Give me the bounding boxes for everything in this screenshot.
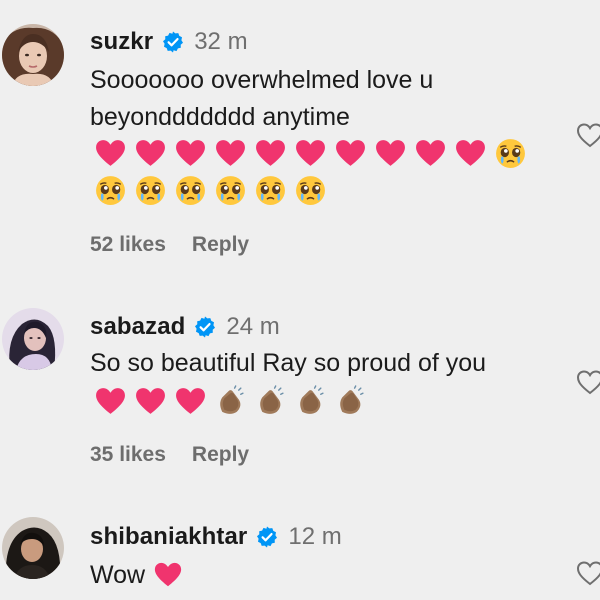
verified-badge-icon <box>193 315 217 339</box>
heart-emoji <box>96 140 125 166</box>
comment-item: shibaniakhtar 12 m Wow <box>0 505 600 600</box>
verified-badge-icon <box>161 30 185 54</box>
comment-timestamp: 24 m <box>226 313 280 340</box>
heart-emoji <box>96 388 125 414</box>
avatar[interactable] <box>2 308 64 370</box>
reply-button[interactable]: Reply <box>192 443 249 467</box>
reply-button[interactable]: Reply <box>192 233 249 257</box>
verified-badge-icon <box>255 525 279 549</box>
comment-timestamp: 32 m <box>194 28 248 55</box>
comment-text-line: Wow <box>90 558 183 592</box>
heart-emoji <box>456 140 485 166</box>
heart-emoji <box>296 140 325 166</box>
heart-emoji <box>136 388 165 414</box>
clapping-hands-emoji <box>300 385 324 414</box>
clapping-hands-emoji <box>220 385 244 414</box>
comment-item: suzkr 32 m Sooooooo overwhelmed love u b… <box>0 0 600 290</box>
pleading-face-emoji <box>136 176 165 205</box>
comment-text-line: So so beautiful Ray so proud of you <box>90 349 487 377</box>
emoji-row <box>94 385 367 418</box>
comment-text-line: Sooooooo overwhelmed love u <box>90 66 434 94</box>
emoji-row <box>94 174 327 207</box>
avatar[interactable] <box>2 517 64 579</box>
like-heart-icon[interactable] <box>576 560 600 586</box>
clapping-hands-emoji <box>340 385 364 414</box>
heart-emoji <box>376 140 405 166</box>
pleading-face-emoji <box>176 176 205 205</box>
like-heart-icon[interactable] <box>576 369 600 395</box>
likes-count[interactable]: 35 likes <box>90 443 166 467</box>
heart-emoji <box>216 140 245 166</box>
heart-emoji <box>136 140 165 166</box>
pleading-face-emoji <box>256 176 285 205</box>
heart-emoji <box>154 562 182 587</box>
pleading-face-emoji <box>296 176 325 205</box>
comment-timestamp: 12 m <box>288 523 342 550</box>
emoji-row <box>94 137 527 170</box>
pleading-face-emoji <box>496 139 525 168</box>
comment-text-line: beyonddddddd anytime <box>90 103 350 131</box>
likes-count[interactable]: 52 likes <box>90 233 166 257</box>
clapping-hands-emoji <box>260 385 284 414</box>
heart-emoji <box>336 140 365 166</box>
comment-item: sabazad 24 m So so beautiful Ray so prou… <box>0 300 600 490</box>
like-heart-icon[interactable] <box>576 122 600 148</box>
avatar[interactable] <box>2 24 64 86</box>
heart-emoji <box>416 140 445 166</box>
username[interactable]: shibaniakhtar <box>90 523 247 551</box>
pleading-face-emoji <box>96 176 125 205</box>
heart-emoji <box>176 140 205 166</box>
username[interactable]: sabazad <box>90 313 185 341</box>
heart-emoji <box>176 388 205 414</box>
pleading-face-emoji <box>216 176 245 205</box>
username[interactable]: suzkr <box>90 28 153 56</box>
heart-emoji <box>256 140 285 166</box>
comment-text: Wow <box>90 561 146 589</box>
